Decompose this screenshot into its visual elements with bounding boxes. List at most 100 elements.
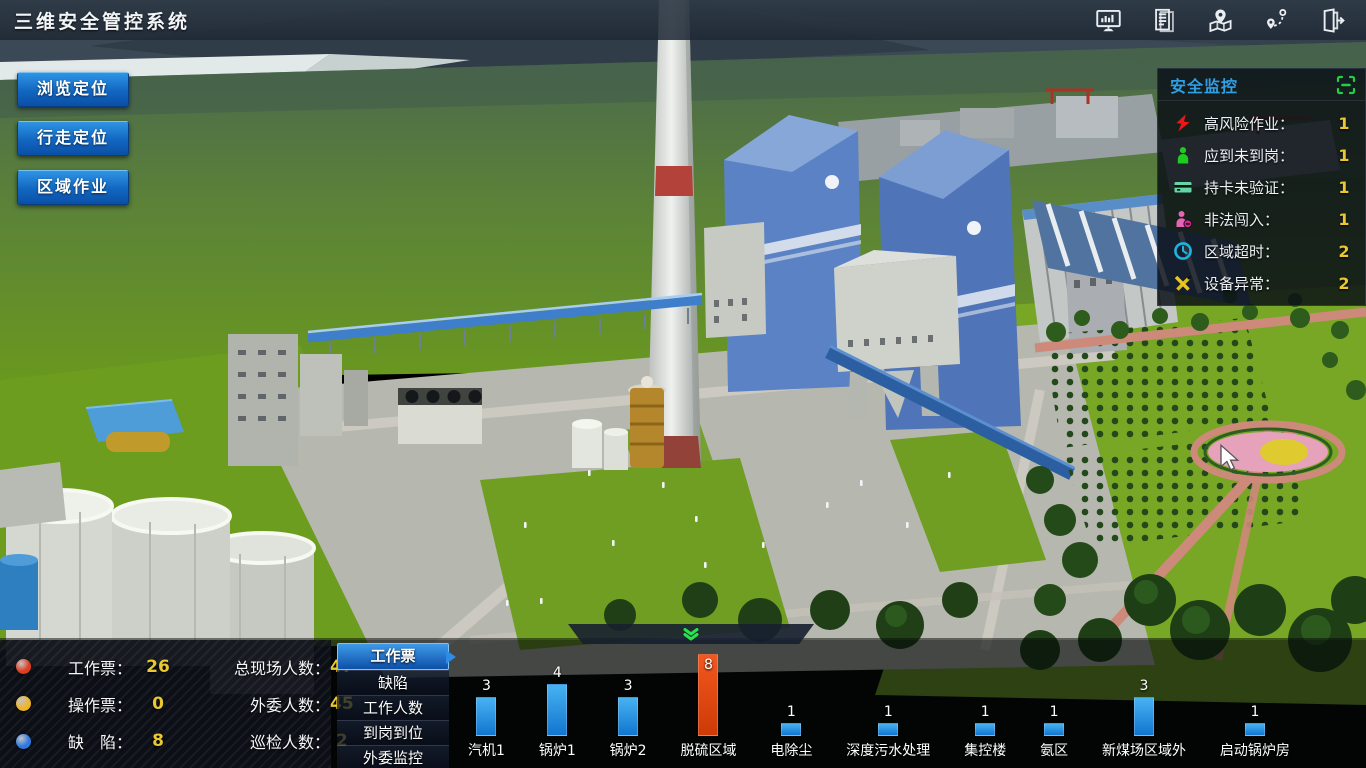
bar-category-label: 深度污水处理 bbox=[846, 740, 930, 760]
monitor-item-area_timeout[interactable]: 区域超时：2 bbox=[1158, 235, 1365, 267]
monitor-item-value: 1 bbox=[1335, 178, 1353, 197]
chart-bar-启动锅炉房[interactable]: 1启动锅炉房 bbox=[1220, 704, 1290, 760]
scene-desulfurization-tower bbox=[628, 376, 666, 468]
monitor-item-label: 设备异常： bbox=[1204, 273, 1335, 294]
defect-value: 8 bbox=[132, 731, 184, 751]
stats-panel: 工作票：26总现场人数：47操作票：0外委人数：45缺 陷：8巡检人数：2 bbox=[0, 640, 331, 768]
clock-icon bbox=[1172, 241, 1194, 261]
monitor-item-value: 1 bbox=[1335, 114, 1353, 133]
monitor-item-high_risk_work[interactable]: 高风险作业：1 bbox=[1158, 107, 1365, 139]
top-bar: 三维安全管控系统 bbox=[0, 0, 1366, 40]
route-track-icon[interactable] bbox=[1263, 7, 1290, 34]
monitor-item-value: 1 bbox=[1335, 146, 1353, 165]
bottom-menu: 工作票缺陷工作人数到岗到位外委监控 bbox=[337, 643, 449, 768]
chart-bar-深度污水处理[interactable]: 1 深度污水处理 bbox=[846, 704, 930, 760]
monitor-item-label: 应到未到岗： bbox=[1204, 145, 1335, 166]
monitor-item-card_unverified[interactable]: 持卡未验证：1 bbox=[1158, 171, 1365, 203]
chart-bar-锅炉1[interactable]: 4 锅炉1 bbox=[539, 665, 576, 760]
bar-category-label: 集控楼 bbox=[964, 740, 1006, 760]
page-title: 三维安全管控系统 bbox=[14, 7, 190, 34]
bar bbox=[878, 723, 898, 736]
lightning-icon bbox=[1172, 113, 1194, 133]
bar bbox=[1245, 723, 1265, 736]
bar-category-label: 启动锅炉房 bbox=[1220, 740, 1290, 760]
monitor-item-value: 2 bbox=[1335, 242, 1353, 261]
bar bbox=[781, 723, 801, 736]
person-icon bbox=[1172, 145, 1194, 165]
map-location-icon[interactable] bbox=[1207, 7, 1234, 34]
monitor-item-label: 非法闯入： bbox=[1204, 209, 1335, 230]
top-bar-icons bbox=[1095, 7, 1346, 34]
bar-category-label: 新煤场区域外 bbox=[1102, 740, 1186, 760]
security-monitor-panel: 安全监控 高风险作业：1应到未到岗：1持卡未验证：1非法闯入：1区域超时：2设备… bbox=[1157, 68, 1366, 306]
bar-value-label: 4 bbox=[553, 665, 562, 682]
bar-category-label: 汽机1 bbox=[468, 740, 505, 760]
chart-bar-电除尘[interactable]: 1 电除尘 bbox=[770, 704, 812, 760]
defect-dot bbox=[16, 734, 31, 749]
monitor-item-absent_not_arrived[interactable]: 应到未到岗：1 bbox=[1158, 139, 1365, 171]
monitor-item-value: 2 bbox=[1335, 274, 1353, 293]
card-icon bbox=[1172, 177, 1194, 197]
bar-value-label: 1 bbox=[884, 704, 893, 721]
patrol-label: 巡检人数： bbox=[184, 729, 330, 753]
bar bbox=[547, 684, 567, 736]
report-icon[interactable] bbox=[1151, 7, 1178, 34]
scan-collapse-icon[interactable] bbox=[1336, 75, 1356, 95]
monitor-item-label: 高风险作业： bbox=[1204, 113, 1335, 134]
stats-row: 缺 陷：8巡检人数：2 bbox=[6, 723, 354, 760]
bar-category-label: 脱硫区域 bbox=[680, 740, 736, 760]
operation_ticket-label: 操作票： bbox=[40, 692, 132, 716]
security-panel-title: 安全监控 bbox=[1170, 73, 1238, 97]
bar-value-label: 1 bbox=[1050, 704, 1059, 721]
menu-item-outsource-monitor[interactable]: 外委监控 bbox=[337, 745, 449, 768]
bar-category-label: 电除尘 bbox=[770, 740, 812, 760]
chart-bar-汽机1[interactable]: 3 汽机1 bbox=[468, 678, 505, 760]
total_onsite-label: 总现场人数： bbox=[184, 655, 330, 679]
security-panel-header: 安全监控 bbox=[1158, 69, 1365, 101]
bar-category-label: 氨区 bbox=[1040, 740, 1068, 760]
bar-value-label: 1 bbox=[981, 704, 990, 721]
defect-label: 缺 陷： bbox=[40, 729, 132, 753]
operation_ticket-dot bbox=[16, 696, 31, 711]
area-work-button[interactable]: 区域作业 bbox=[17, 170, 129, 205]
bar bbox=[1134, 697, 1154, 736]
work_ticket-dot bbox=[16, 659, 31, 674]
bar bbox=[975, 723, 995, 736]
work_ticket-value: 26 bbox=[132, 657, 184, 677]
bar-value-label: 1 bbox=[787, 704, 796, 721]
left-toolbar: 浏览定位行走定位区域作业 bbox=[17, 72, 129, 205]
chart-bar-脱硫区域[interactable]: 8脱硫区域 bbox=[680, 657, 736, 760]
bar-value-label: 3 bbox=[624, 678, 633, 695]
area-bar-chart: 3 汽机1 4 锅炉1 3锅炉2 8脱硫区域 1 电除尘 1 深度污水处理 1 集控楼 1 氨区 3 新煤场区… bbox=[468, 638, 1290, 760]
monitor-item-label: 持卡未验证： bbox=[1204, 177, 1335, 198]
tools-icon bbox=[1172, 273, 1194, 293]
monitor-item-illegal_intrusion[interactable]: 非法闯入：1 bbox=[1158, 203, 1365, 235]
bar bbox=[476, 697, 496, 736]
menu-item-defect[interactable]: 缺陷 bbox=[337, 670, 449, 695]
active-menu-arrow-icon bbox=[446, 650, 463, 664]
work_ticket-label: 工作票： bbox=[40, 655, 132, 679]
intruder-icon bbox=[1172, 209, 1194, 229]
bar-value-label: 3 bbox=[482, 678, 491, 695]
chart-bar-新煤场区域外[interactable]: 3 新煤场区域外 bbox=[1102, 678, 1186, 760]
operation_ticket-value: 0 bbox=[132, 694, 184, 714]
menu-item-attendance[interactable]: 到岗到位 bbox=[337, 720, 449, 745]
walk-locate-button[interactable]: 行走定位 bbox=[17, 121, 129, 156]
bar-category-label: 锅炉1 bbox=[539, 740, 576, 760]
exit-logout-icon[interactable] bbox=[1319, 7, 1346, 34]
security-item-list: 高风险作业：1应到未到岗：1持卡未验证：1非法闯入：1区域超时：2设备异常：2 bbox=[1158, 107, 1365, 299]
chart-bar-氨区[interactable]: 1 氨区 bbox=[1040, 704, 1068, 760]
monitor-item-value: 1 bbox=[1335, 210, 1353, 229]
monitor-item-label: 区域超时： bbox=[1204, 241, 1335, 262]
menu-item-workers[interactable]: 工作人数 bbox=[337, 695, 449, 720]
monitor-stats-icon[interactable] bbox=[1095, 7, 1122, 34]
stats-row: 操作票：0外委人数：45 bbox=[6, 685, 354, 722]
menu-item-work-ticket[interactable]: 工作票 bbox=[337, 643, 449, 670]
bar bbox=[618, 697, 638, 736]
monitor-item-device_abnormal[interactable]: 设备异常：2 bbox=[1158, 267, 1365, 299]
chart-bar-锅炉2[interactable]: 3锅炉2 bbox=[610, 678, 647, 760]
chart-bar-集控楼[interactable]: 1 集控楼 bbox=[964, 704, 1006, 760]
bar-value-label: 3 bbox=[1140, 678, 1149, 695]
browse-locate-button[interactable]: 浏览定位 bbox=[17, 72, 129, 107]
scene-cooling-unit bbox=[398, 388, 482, 444]
